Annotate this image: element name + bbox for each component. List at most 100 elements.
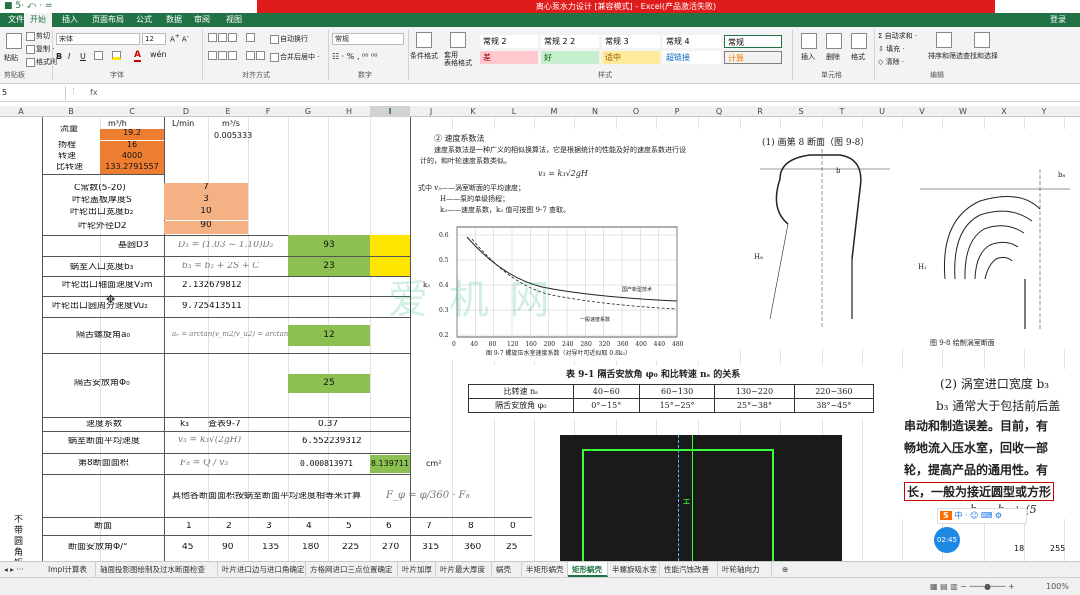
autosum-button[interactable]: Σ 自动求和 · [878,31,917,41]
delete-icon[interactable] [826,33,842,49]
section-number-cell[interactable]: 0 [510,522,516,532]
section-number-cell[interactable]: 6 [386,522,392,532]
insert-icon[interactable] [801,33,817,49]
section-number-cell[interactable]: 3 [266,522,272,532]
sheet-tab[interactable]: 轴面投影图绘制及过水断面检查 [96,562,218,577]
copy-button[interactable]: 复制 · [26,44,54,54]
format-button[interactable]: 格式 [851,52,865,62]
column-header-X[interactable]: X [984,106,1024,117]
tab-4[interactable]: 公式 [130,13,158,27]
ime-toolbar[interactable]: S 中 · ☺ ⌨ ⚙ [937,508,1027,524]
border-button[interactable] [94,51,104,60]
orientation-button[interactable] [246,33,256,42]
section-angle-cell[interactable]: 90 [222,543,233,553]
delete-button[interactable]: 删除 [826,52,840,62]
font-size-select[interactable]: 12 [142,33,166,45]
column-header-E[interactable]: E [208,106,248,117]
formula-cancel-icon[interactable]: ⋮ [70,87,77,95]
font-name-select[interactable]: 宋体 [56,33,140,45]
section-number-cell[interactable]: 2 [226,522,232,532]
column-header-O[interactable]: O [616,106,656,117]
sort-filter-icon[interactable] [936,32,952,48]
column-header-G[interactable]: G [288,106,328,117]
a0-value-cell[interactable]: 12 [288,325,370,346]
align-left-button[interactable] [208,51,238,60]
flow-value-cell[interactable]: 19.2 [100,129,164,140]
column-header-V[interactable]: V [902,106,942,117]
paste-button[interactable]: 粘贴 [4,53,18,63]
align-top-button[interactable] [208,33,238,42]
flow-m3s-cell[interactable]: 0.005333 [214,132,252,141]
column-header-K[interactable]: K [452,106,494,117]
ns-value-cell[interactable]: 133.2791557 [100,163,164,174]
section-number-cell[interactable]: 1 [186,522,192,532]
section-number-cell[interactable]: 5 [346,522,352,532]
d3-value-cell[interactable]: 93 [288,235,370,256]
column-header-D[interactable]: D [164,106,208,117]
column-header-N[interactable]: N [574,106,616,117]
cell-style-1[interactable]: 常规 2 2 [541,35,599,48]
fill-color-button[interactable] [112,51,122,60]
section-angle-cell[interactable]: 135 [262,543,279,553]
clear-button[interactable]: ◇ 清除 · [878,57,904,67]
speed-value-cell[interactable]: 4000 [100,152,164,163]
section-angle-cell[interactable]: 25 [506,543,517,553]
sheet-tab[interactable]: 矩形蜗壳 [568,562,608,577]
bold-button[interactable]: B [56,52,62,61]
fx-icon[interactable]: fx [90,86,98,100]
sheet-tab[interactable]: 叶片最大厚度 [436,562,492,577]
section-number-cell[interactable]: 4 [306,522,312,532]
cad-drawing[interactable]: H [560,435,842,561]
binoculars-icon[interactable] [974,32,990,48]
column-header-I[interactable]: I [370,106,410,117]
number-format-select[interactable]: 常规 [332,33,404,45]
insert-button[interactable]: 插入 [801,52,815,62]
column-header-H[interactable]: H [328,106,370,117]
phonetic-button[interactable]: wén [150,50,167,59]
section-drawing-picture[interactable]: (1) 画第 8 断面（图 9-8） b H₈ b₈ H₁ 图 9-8 绘制涡室… [740,129,1080,349]
font-color-button[interactable]: A [134,50,141,62]
b3-value-cell[interactable]: 23 [288,257,370,276]
cell-style-6[interactable]: 好 [541,51,599,64]
merge-center-button[interactable]: 合并后居中 · [270,52,319,62]
tab-5[interactable]: 数据 [160,13,188,27]
cut-button[interactable]: 剪切 [26,31,50,41]
sheet-tab[interactable]: 半螺旋吸水室 [608,562,660,577]
find-select-button[interactable]: 查找和选择 [963,51,998,61]
column-header-J[interactable]: J [410,106,452,117]
column-header-R[interactable]: R [740,106,780,117]
sheet-tab[interactable]: 性能汽蚀改善 [660,562,718,577]
f8-value-cell[interactable]: 0.000813971 [300,460,353,469]
sort-filter-button[interactable]: 排序和筛选 [928,51,963,61]
speed-coefficient-picture[interactable]: ② 速度系数法 速度系数法是一种广义的相似换算法，它是根据统计的性能及好的速度系… [412,129,732,361]
underline-button[interactable]: U [80,52,86,61]
column-header-F[interactable]: F [248,106,288,117]
sheet-tab[interactable]: 蜗壳 [492,562,522,577]
tab-3[interactable]: 页面布局 [86,13,130,27]
sheet-tab[interactable]: 叶片进口边与进口角确定 [218,562,306,577]
tab-2[interactable]: 插入 [56,13,84,27]
section-angle-cell[interactable]: 225 [342,543,359,553]
italic-button[interactable]: I [68,52,70,61]
cell-style-4[interactable]: 常规 [724,35,782,48]
table-format-button[interactable]: 套用 表格格式 [444,51,472,67]
column-header-T[interactable]: T [822,106,862,117]
s-value-cell[interactable]: 3 [164,195,248,207]
vm2-value-cell[interactable]: 2.132679812 [182,281,242,291]
section-angle-cell[interactable]: 315 [422,543,439,553]
column-header-Y[interactable]: Y [1024,106,1064,117]
column-header-L[interactable]: L [494,106,534,117]
sheet-tab[interactable]: Impl计算表 [44,562,96,577]
formula-input[interactable] [104,86,1074,100]
cell-style-5[interactable]: 差 [480,51,538,64]
sheet-nav-buttons[interactable]: ◂ ▸ ··· [0,562,44,577]
cell-style-3[interactable]: 常规 4 [663,35,721,48]
fill-button[interactable]: ⇩ 填充 · [878,44,905,54]
conditional-format-icon[interactable] [416,32,432,48]
indent-button[interactable] [246,51,266,60]
sheet-tab[interactable]: 叶片加厚 [398,562,436,577]
column-header-B[interactable]: B [42,106,100,117]
c-value-cell[interactable]: 7 [164,183,248,195]
name-box[interactable]: 5 [0,86,66,100]
section-number-cell[interactable]: 8 [468,522,474,532]
